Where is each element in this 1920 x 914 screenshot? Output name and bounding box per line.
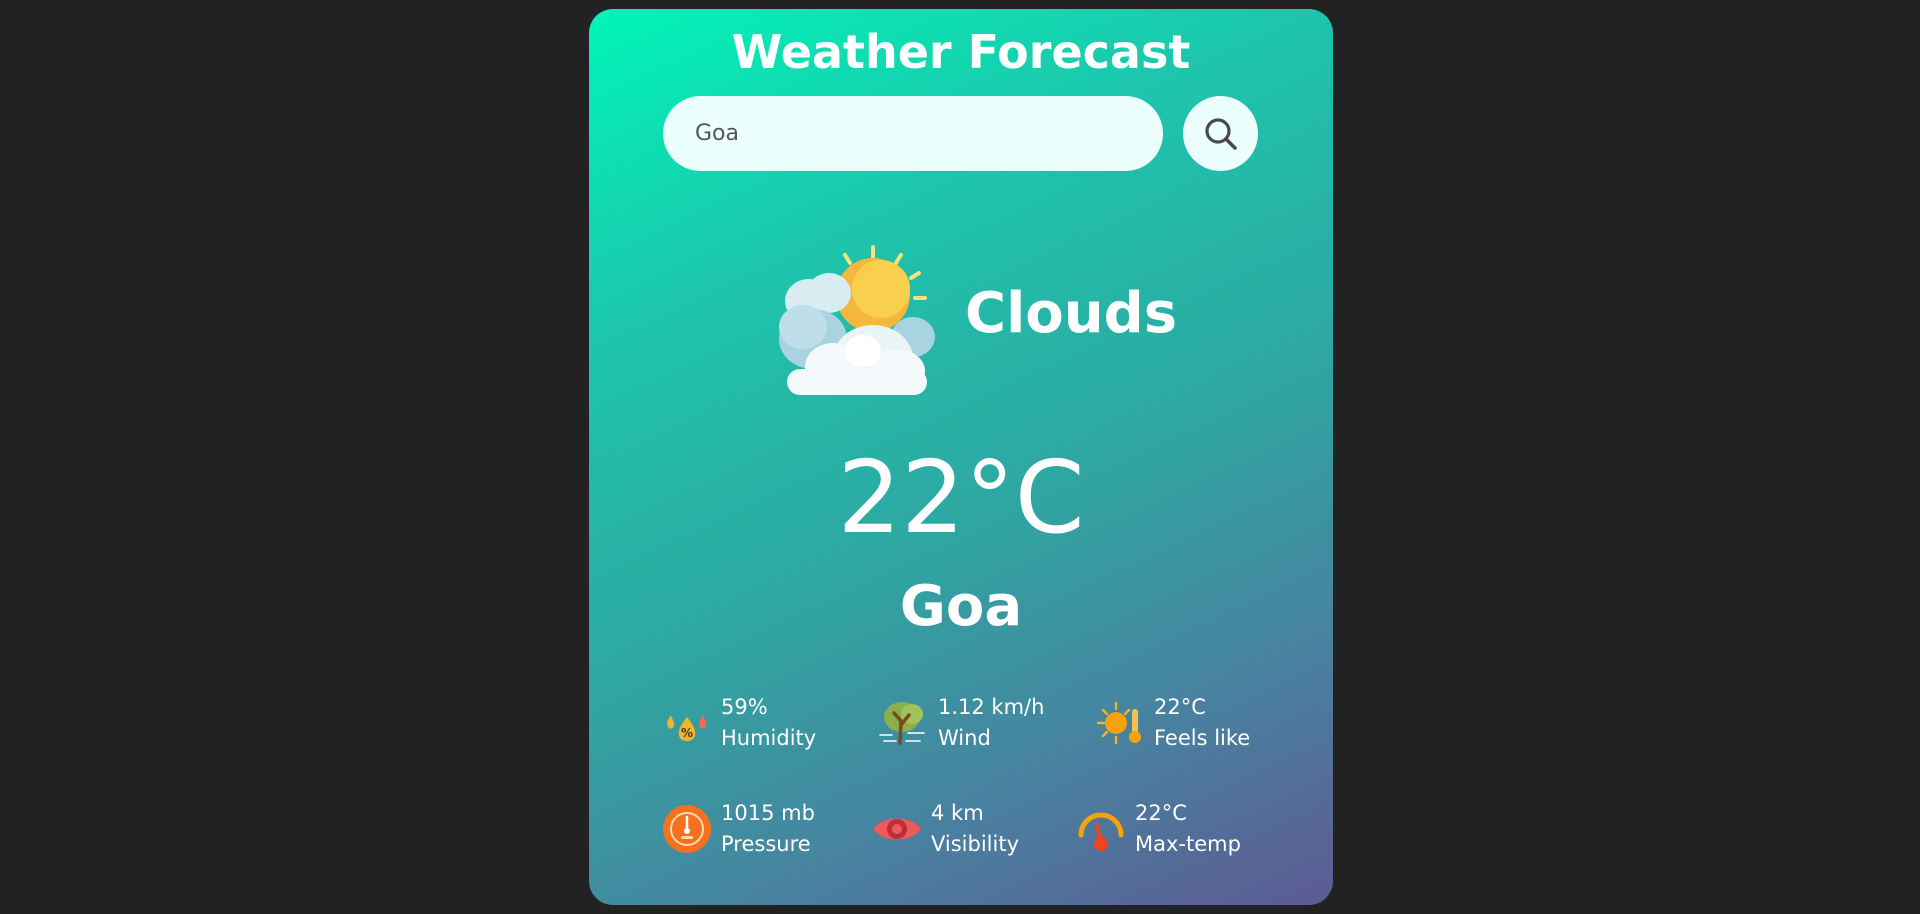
feels-like-detail: 22°C Feels like xyxy=(1094,692,1250,754)
max-temp-label: Max-temp xyxy=(1135,832,1241,856)
max-temp-icon xyxy=(1078,812,1124,851)
app-title: Weather Forecast xyxy=(731,25,1191,79)
visibility-label: Visibility xyxy=(931,832,1020,856)
pressure-detail: 1015 mb Pressure xyxy=(661,798,815,860)
feels-like-label: Feels like xyxy=(1154,726,1251,750)
svg-text:%: % xyxy=(681,726,693,740)
sun-cloud-icon xyxy=(779,245,935,395)
temperature: 22°C xyxy=(837,439,1085,556)
weather-condition: Clouds xyxy=(965,281,1178,346)
humidity-value: 59% xyxy=(721,695,768,719)
feels-like-value: 22°C xyxy=(1154,695,1206,719)
search-button[interactable] xyxy=(1183,96,1258,171)
visibility-icon xyxy=(873,818,921,840)
humidity-icon: % xyxy=(667,715,707,741)
pressure-label: Pressure xyxy=(721,832,811,856)
humidity-label: Humidity xyxy=(721,726,817,750)
weather-card: Weather Forecast Clouds 22°C Goa xyxy=(589,9,1333,905)
max-temp-value: 22°C xyxy=(1135,801,1187,825)
feels-like-icon xyxy=(1096,701,1141,745)
search-input[interactable] xyxy=(693,120,1133,147)
wind-detail: 1.12 km/h Wind xyxy=(878,692,1044,754)
max-temp-detail: 22°C Max-temp xyxy=(1075,798,1241,860)
visibility-value: 4 km xyxy=(931,801,984,825)
humidity-detail: % 59% Humidity xyxy=(661,692,816,754)
pressure-icon xyxy=(663,805,711,853)
wind-label: Wind xyxy=(938,726,991,750)
pressure-value: 1015 mb xyxy=(721,801,815,825)
wind-value: 1.12 km/h xyxy=(938,695,1045,719)
search-icon xyxy=(1204,117,1237,150)
search-box[interactable] xyxy=(663,96,1163,171)
wind-icon xyxy=(879,702,925,745)
city-name: Goa xyxy=(899,574,1023,639)
visibility-detail: 4 km Visibility xyxy=(871,798,1019,860)
